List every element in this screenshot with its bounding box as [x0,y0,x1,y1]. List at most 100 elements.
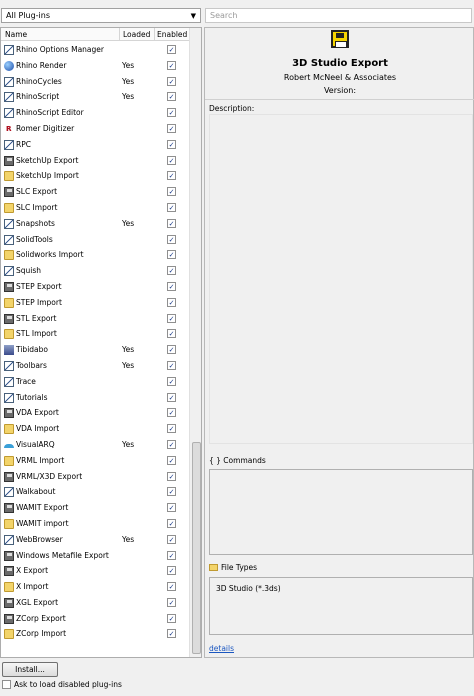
table-row[interactable]: X Export ✓ [1,563,189,579]
enabled-checkbox[interactable]: ✓ [167,408,176,418]
enabled-checkbox[interactable]: ✓ [167,534,176,544]
table-row[interactable]: SLC Import ✓ [1,200,189,216]
plugin-manager: All Plug-ins ▼ Name Loaded Enabled Rhino… [0,0,474,696]
table-row[interactable]: VisualARQ Yes ✓ [1,437,189,453]
enabled-checkbox[interactable]: ✓ [167,218,176,228]
details-link[interactable]: details [209,644,234,653]
table-row[interactable]: VDA Import ✓ [1,421,189,437]
plugin-name: Romer Digitizer [16,123,75,133]
table-row[interactable]: XGL Export ✓ [1,595,189,611]
enabled-checkbox[interactable]: ✓ [167,629,176,639]
enabled-checkbox[interactable]: ✓ [167,566,176,576]
scrollbar-thumb[interactable] [192,442,201,654]
plugin-name: SLC Export [16,187,58,197]
table-row[interactable]: Tibidabo Yes ✓ [1,342,189,358]
enabled-checkbox[interactable]: ✓ [167,281,176,291]
enabled-checkbox[interactable]: ✓ [167,439,176,449]
enabled-checkbox[interactable]: ✓ [167,76,176,86]
table-row[interactable]: RhinoCycles Yes ✓ [1,74,189,90]
search-box[interactable] [205,8,472,23]
enabled-checkbox[interactable]: ✓ [167,487,176,497]
enabled-checkbox[interactable]: ✓ [167,550,176,560]
file-type-item[interactable]: 3D Studio (*.3ds) [216,584,281,593]
enabled-checkbox[interactable]: ✓ [167,345,176,355]
table-row[interactable]: Trace ✓ [1,374,189,390]
table-row[interactable]: Squish ✓ [1,263,189,279]
install-button[interactable]: Install... [2,662,58,677]
table-row[interactable]: ZCorp Export ✓ [1,611,189,627]
enabled-checkbox[interactable]: ✓ [167,250,176,260]
enabled-checkbox[interactable]: ✓ [167,360,176,370]
table-row[interactable]: Walkabout ✓ [1,484,189,500]
table-row[interactable]: Windows Metafile Export ✓ [1,548,189,564]
enabled-checkbox[interactable]: ✓ [167,313,176,323]
table-row[interactable]: RhinoScript Yes ✓ [1,89,189,105]
enabled-checkbox[interactable]: ✓ [167,376,176,386]
enabled-checkbox[interactable]: ✓ [167,92,176,102]
table-row[interactable]: SolidTools ✓ [1,232,189,248]
table-row[interactable]: STL Export ✓ [1,311,189,327]
enabled-checkbox[interactable]: ✓ [167,139,176,149]
plugin-filter-dropdown[interactable]: All Plug-ins ▼ [1,8,201,23]
enabled-checkbox[interactable]: ✓ [167,187,176,197]
enabled-checkbox[interactable]: ✓ [167,266,176,276]
table-row[interactable]: Rhino Options Manager ✓ [1,42,189,58]
enabled-checkbox[interactable]: ✓ [167,455,176,465]
table-row[interactable]: SLC Export ✓ [1,184,189,200]
table-row[interactable]: Tutorials ✓ [1,390,189,406]
table-row[interactable]: SketchUp Export ✓ [1,153,189,169]
table-row[interactable]: VRML/X3D Export ✓ [1,469,189,485]
search-input[interactable] [206,9,471,22]
enabled-checkbox[interactable]: ✓ [167,597,176,607]
table-row[interactable]: STL Import ✓ [1,326,189,342]
enabled-checkbox[interactable]: ✓ [167,392,176,402]
enabled-checkbox[interactable]: ✓ [167,471,176,481]
table-row[interactable]: STEP Export ✓ [1,279,189,295]
enabled-checkbox[interactable]: ✓ [167,297,176,307]
enabled-checkbox[interactable]: ✓ [167,234,176,244]
folder-icon [4,202,14,213]
table-row[interactable]: Toolbars Yes ✓ [1,358,189,374]
enabled-checkbox[interactable]: ✓ [167,329,176,339]
table-row[interactable]: WAMIT Export ✓ [1,500,189,516]
plugin-author: Robert McNeel & Associates [283,73,397,82]
table-row[interactable]: ZCorp Import ✓ [1,626,189,642]
table-row[interactable]: Solidworks Import ✓ [1,247,189,263]
table-row[interactable]: RPC ✓ [1,137,189,153]
table-row[interactable]: Rhino Render Yes ✓ [1,58,189,74]
column-header-enabled[interactable]: Enabled [157,30,187,39]
enabled-checkbox[interactable]: ✓ [167,202,176,212]
list-scrollbar[interactable] [189,28,201,657]
table-row[interactable]: STEP Import ✓ [1,295,189,311]
enabled-checkbox[interactable]: ✓ [167,108,176,118]
disk-icon [4,408,14,419]
plugin-name: Solidworks Import [16,250,84,260]
enabled-checkbox[interactable]: ✓ [167,171,176,181]
file-types-list[interactable]: 3D Studio (*.3ds) [209,577,473,635]
plugin-title: 3D Studio Export [292,58,388,69]
table-row[interactable]: WAMIT import ✓ [1,516,189,532]
enabled-checkbox[interactable]: ✓ [167,518,176,528]
enabled-checkbox[interactable]: ✓ [167,582,176,592]
plugin-icon [4,266,14,277]
commands-list[interactable] [209,469,473,555]
table-row[interactable]: RhinoScript Editor ✓ [1,105,189,121]
enabled-checkbox[interactable]: ✓ [167,613,176,623]
ask-to-load-checkbox[interactable] [2,680,11,689]
column-header-name[interactable]: Name [5,30,27,39]
enabled-checkbox[interactable]: ✓ [167,424,176,434]
folder-icon [4,329,14,340]
table-row[interactable]: WebBrowser Yes ✓ [1,532,189,548]
table-row[interactable]: ⁠ʀ Romer Digitizer ✓ [1,121,189,137]
table-row[interactable]: X Import ✓ [1,579,189,595]
table-row[interactable]: Snapshots Yes ✓ [1,216,189,232]
enabled-checkbox[interactable]: ✓ [167,60,176,70]
column-header-loaded[interactable]: Loaded [123,30,150,39]
enabled-checkbox[interactable]: ✓ [167,123,176,133]
enabled-checkbox[interactable]: ✓ [167,503,176,513]
table-row[interactable]: SketchUp Import ✓ [1,168,189,184]
enabled-checkbox[interactable]: ✓ [167,45,176,54]
table-row[interactable]: VDA Export ✓ [1,405,189,421]
table-row[interactable]: VRML Import ✓ [1,453,189,469]
enabled-checkbox[interactable]: ✓ [167,155,176,165]
